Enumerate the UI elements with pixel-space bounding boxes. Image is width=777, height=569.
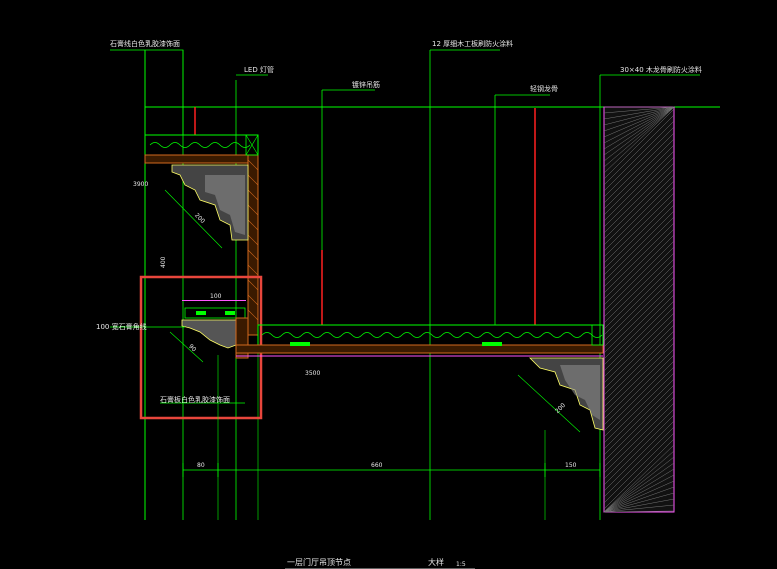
dim-3500: 3500 — [305, 370, 321, 377]
upper-keel-box — [144, 134, 259, 156]
upper-cornice-speckle — [205, 175, 245, 235]
main-right-marker — [591, 324, 604, 346]
annotation-led: LED 灯管 — [244, 66, 274, 74]
annotation-stone-glue: 100 宽石膏角线 — [96, 323, 147, 331]
dim-660: 660 — [371, 462, 383, 469]
green-clip-2 — [482, 342, 502, 346]
dim-3900: 3900 — [133, 181, 149, 188]
annotation-keel: 轻钢龙骨 — [530, 85, 558, 93]
upper-board — [144, 154, 259, 164]
upper-keel-wave — [149, 142, 251, 148]
annotation-plaster-top: 石膏线白色乳胶漆饰面 — [110, 40, 180, 48]
led-strip-1 — [196, 311, 206, 315]
annotation-hanger: 镀锌吊筋 — [352, 81, 380, 89]
cad-drawing-canvas: 石膏线白色乳胶漆饰面 LED 灯管 12 厚细木工板刷防火涂料 镀锌吊筋 轻钢龙… — [0, 0, 777, 569]
dim-100: 100 — [210, 293, 222, 300]
annotation-wood-right: 30×40 木龙骨刷防火涂料 — [620, 66, 702, 74]
right-cornice-speckle — [560, 365, 600, 420]
dim-150: 150 — [565, 462, 577, 469]
dim-400: 400 — [160, 256, 167, 268]
leader-plaster-top — [110, 49, 184, 135]
ceiling-section-drawing — [110, 49, 720, 569]
drawing-title: 一层门厅吊顶节点 — [287, 558, 351, 567]
green-clip-1 — [290, 342, 310, 346]
main-board — [235, 344, 604, 354]
dim-80: 80 — [197, 462, 205, 469]
drawing-scale-suffix: 1:5 — [456, 561, 466, 568]
main-keel-wave — [261, 332, 603, 338]
drawing-scale-label: 大样 — [428, 558, 444, 567]
annotation-fireproof-top: 12 厚细木工板刷防火涂料 — [432, 40, 514, 48]
upper-side-board — [247, 154, 259, 336]
annotation-plaster-bottom: 石膏板白色乳胶漆饰面 — [160, 396, 230, 404]
led-strip-2 — [225, 311, 235, 315]
